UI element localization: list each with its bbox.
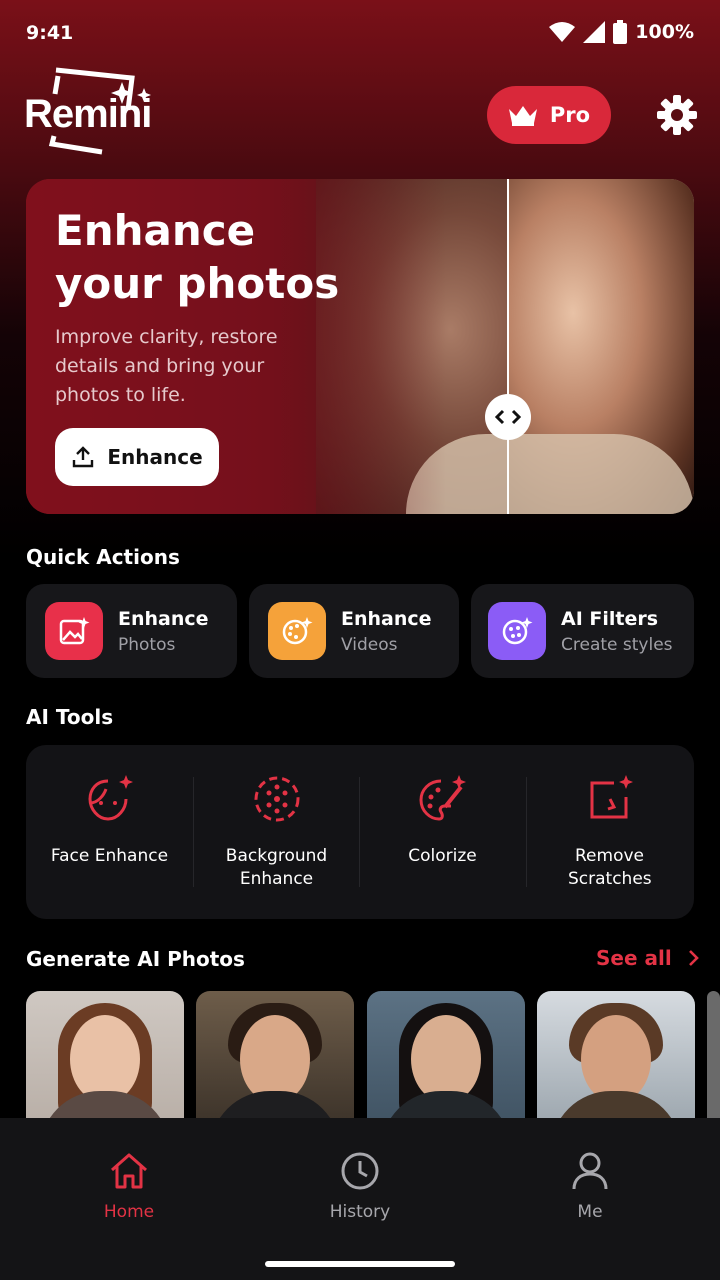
background-dots-icon: [254, 776, 300, 822]
settings-gear-icon[interactable]: [656, 94, 698, 136]
ai-tools-title: AI Tools: [26, 705, 114, 729]
tool-colorize[interactable]: Colorize: [359, 745, 526, 919]
home-icon: [111, 1153, 147, 1189]
ai-photo-card[interactable]: [196, 991, 354, 1131]
nav-me-label: Me: [577, 1202, 603, 1222]
ai-photo-card-partial[interactable]: [707, 991, 720, 1131]
upload-icon: [73, 446, 94, 468]
battery-percent: 100%: [635, 21, 694, 43]
see-all-label: See all: [596, 946, 672, 970]
remini-logo: Remini: [24, 66, 164, 156]
quick-actions-title: Quick Actions: [26, 545, 180, 569]
quick-action-title: Enhance: [341, 608, 432, 630]
person-icon: [572, 1152, 608, 1190]
quick-action-ai-filters[interactable]: AI Filters Create styles: [471, 584, 694, 678]
signal-icon: [583, 21, 606, 43]
ai-tools-panel: Face Enhance Background Enhance Colorize…: [26, 745, 694, 919]
status-bar: 9:41 100%: [0, 0, 720, 70]
home-indicator: [265, 1261, 455, 1267]
clock-icon: [341, 1152, 379, 1190]
enhance-button[interactable]: Enhance: [55, 428, 219, 486]
nav-me[interactable]: Me: [525, 1150, 655, 1222]
status-time: 9:41: [26, 22, 74, 44]
tool-remove-scratches[interactable]: Remove Scratches: [526, 745, 693, 919]
quick-action-enhance-photos[interactable]: Enhance Photos: [26, 584, 237, 678]
tool-label: Remove Scratches: [568, 846, 652, 889]
comparison-divider[interactable]: [507, 179, 509, 514]
pro-button[interactable]: Pro: [487, 86, 611, 144]
portrait-face: [581, 1015, 651, 1103]
see-all-link[interactable]: See all: [596, 946, 700, 970]
hero-banner: Enhance your photos Improve clarity, res…: [26, 179, 694, 514]
quick-action-title: Enhance: [118, 608, 209, 630]
tool-label: Colorize: [408, 846, 477, 866]
frame-sparkle-icon: [590, 775, 633, 819]
crown-icon: [508, 106, 537, 126]
bottom-navigation: Home History Me: [0, 1118, 720, 1280]
quick-action-subtitle: Photos: [118, 635, 176, 655]
pro-label: Pro: [549, 103, 591, 127]
ai-photo-card[interactable]: [26, 991, 184, 1131]
nav-history[interactable]: History: [295, 1150, 425, 1222]
tool-background-enhance[interactable]: Background Enhance: [193, 745, 360, 919]
quick-action-title: AI Filters: [561, 608, 659, 630]
quick-action-subtitle: Create styles: [561, 635, 673, 655]
palette-sparkle-icon: [268, 602, 326, 660]
globe-sparkle-icon: [488, 602, 546, 660]
tool-label: Face Enhance: [50, 846, 169, 866]
tool-label: Background Enhance: [225, 846, 328, 889]
generate-title: Generate AI Photos: [26, 947, 245, 971]
image-sparkle-icon: [45, 602, 103, 660]
hero-title: Enhance your photos: [55, 204, 355, 310]
palette-brush-icon: [419, 775, 466, 821]
hero-title-line2: your photos: [55, 259, 340, 308]
comparison-handle[interactable]: [485, 394, 531, 440]
chevron-right-icon: [688, 950, 699, 966]
logo-text: Remini: [24, 92, 152, 136]
battery-icon: [613, 20, 628, 44]
nav-home[interactable]: Home: [64, 1150, 194, 1222]
tool-face-enhance[interactable]: Face Enhance: [26, 745, 193, 919]
face-sparkle-icon: [88, 775, 133, 821]
left-right-arrows-icon: [495, 409, 521, 425]
portrait-face: [240, 1015, 310, 1103]
sweater-shape: [406, 434, 694, 514]
enhance-button-label: Enhance: [107, 445, 203, 469]
quick-action-enhance-videos[interactable]: Enhance Videos: [249, 584, 459, 678]
status-icons: 100%: [549, 20, 694, 44]
quick-action-subtitle: Videos: [341, 635, 398, 655]
portrait-face: [70, 1015, 140, 1103]
hero-description: Improve clarity, restore details and bri…: [55, 326, 278, 406]
ai-photo-card[interactable]: [537, 991, 695, 1131]
nav-history-label: History: [329, 1202, 391, 1222]
portrait-face: [411, 1015, 481, 1103]
ai-photo-card[interactable]: [367, 991, 525, 1131]
nav-home-label: Home: [103, 1202, 155, 1222]
hero-title-line1: Enhance: [55, 206, 256, 255]
wifi-icon: [549, 22, 576, 42]
